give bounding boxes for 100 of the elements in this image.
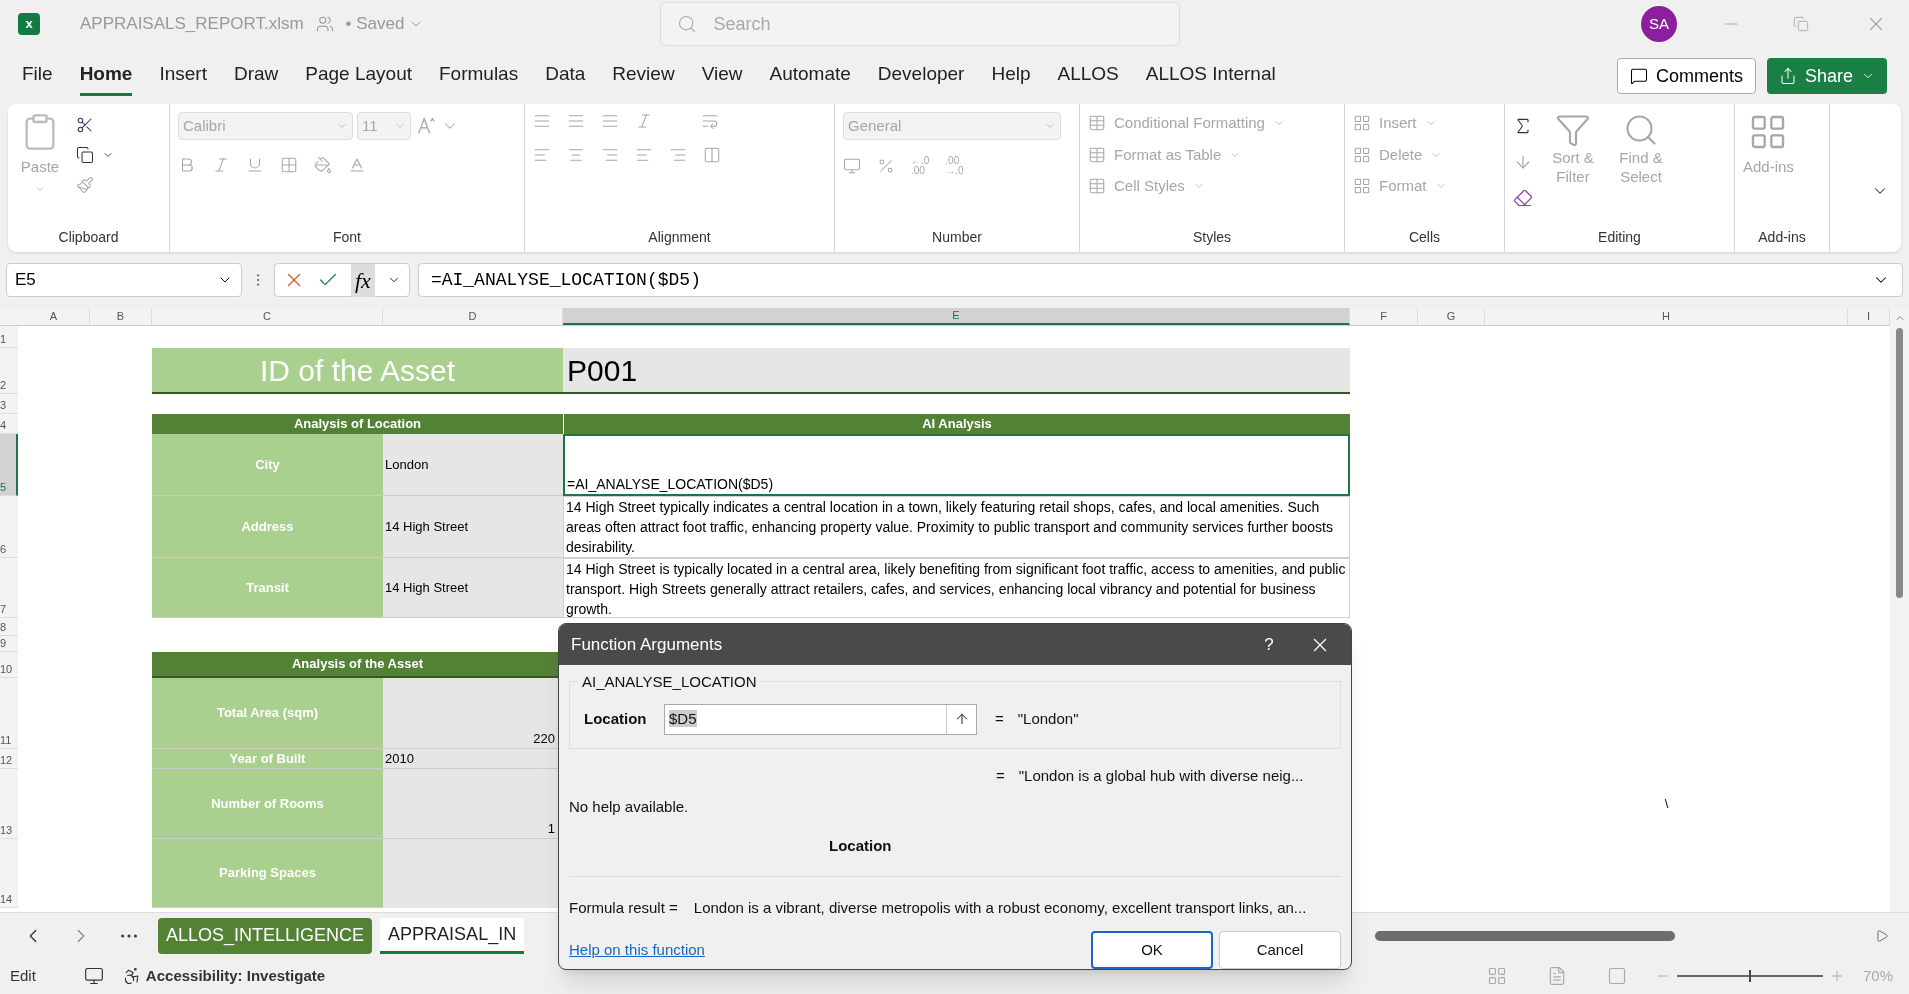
table-cell: 14 High Street typically indicates a central location in a town, likely featuring retail shops, cafes, and local amenities. Such areas often attract foot traffic, enhancing property value. Proximity to public transport and community services further boosts desirability. bbox=[563, 496, 1350, 558]
menu-tab[interactable]: View bbox=[701, 56, 743, 96]
table-icon[interactable] bbox=[1088, 145, 1106, 164]
menu-tab[interactable]: Page Layout bbox=[305, 56, 412, 96]
menu-tab[interactable]: ALLOS Internal bbox=[1145, 56, 1276, 96]
normal-view-icon[interactable] bbox=[1486, 966, 1507, 986]
row-header[interactable]: 5 bbox=[0, 434, 18, 496]
row-header[interactable]: 4 bbox=[0, 414, 18, 434]
borders-icon[interactable] bbox=[280, 156, 298, 174]
table-cell: 14 High Street is typically located in a central area, likely benefiting from significant foot traffic, access to amenities, and public transport. High Streets generally attract retailers, cafes, and services, enhancing local vibrancy and potential for business growth. bbox=[563, 558, 1350, 618]
scrollbar-thumb[interactable] bbox=[1896, 328, 1903, 598]
row-header[interactable]: 10 bbox=[0, 652, 18, 678]
merge-icon[interactable] bbox=[703, 146, 721, 164]
menu-tab[interactable]: Formulas bbox=[439, 56, 519, 96]
row-header[interactable]: 12 bbox=[0, 749, 18, 769]
cut-icon[interactable] bbox=[76, 116, 94, 134]
wrap-text-icon[interactable] bbox=[701, 112, 719, 130]
menu-tab[interactable]: Insert bbox=[159, 56, 207, 96]
dialog-button[interactable]: OK bbox=[1091, 931, 1213, 969]
grid-icon[interactable] bbox=[1353, 145, 1371, 164]
table-header: AI Analysis bbox=[563, 414, 1350, 434]
row-header[interactable]: 14 bbox=[0, 839, 18, 908]
result-preview: "London is a global hub with diverse neig... bbox=[1018, 766, 1304, 786]
row-header[interactable]: 6 bbox=[0, 496, 18, 558]
status-mode: Edit bbox=[10, 965, 36, 986]
row-header[interactable]: 1 bbox=[0, 326, 18, 348]
menu-tab[interactable]: Home bbox=[79, 56, 133, 96]
name-box[interactable]: E5 bbox=[6, 263, 242, 297]
table-icon[interactable] bbox=[1088, 114, 1106, 133]
table-cell: Number of Rooms bbox=[152, 769, 383, 839]
column-header[interactable]: C bbox=[152, 308, 383, 325]
font-color-icon[interactable] bbox=[348, 156, 366, 174]
formula-field[interactable]: =AI_ANALYSE_LOCATION($D5) bbox=[417, 263, 1903, 297]
increase-indent-icon[interactable] bbox=[669, 146, 687, 164]
zoom-thumb[interactable] bbox=[1748, 970, 1751, 982]
zoom-slider[interactable] bbox=[1676, 970, 1823, 982]
table-cell: Total Area (sqm) bbox=[152, 678, 383, 749]
avatar[interactable]: SA bbox=[1641, 6, 1677, 42]
row-header[interactable]: 3 bbox=[0, 394, 18, 414]
excel-logo: x bbox=[18, 13, 40, 35]
align-left-icon[interactable] bbox=[533, 146, 551, 164]
menu-tab[interactable]: Data bbox=[545, 56, 586, 96]
row-header[interactable]: 8 bbox=[0, 618, 18, 636]
menu-tab[interactable]: Automate bbox=[769, 56, 851, 96]
eraser-icon[interactable] bbox=[1513, 188, 1533, 208]
column-header[interactable]: H bbox=[1485, 308, 1848, 325]
grid-icon[interactable] bbox=[1353, 114, 1371, 133]
search-icon[interactable] bbox=[1623, 112, 1659, 148]
column-header[interactable]: E bbox=[563, 308, 1350, 325]
row-header[interactable]: 9 bbox=[0, 636, 18, 652]
italic-icon[interactable] bbox=[212, 156, 230, 174]
people-icon[interactable] bbox=[315, 15, 334, 33]
help-button[interactable]: ? bbox=[1249, 631, 1289, 658]
dialog-button[interactable]: Cancel bbox=[1219, 931, 1341, 969]
restore-icon[interactable] bbox=[1793, 16, 1809, 32]
fill-color-icon[interactable] bbox=[314, 156, 332, 174]
share-icon[interactable] bbox=[1778, 67, 1797, 85]
table-icon[interactable] bbox=[1088, 177, 1106, 196]
column-header[interactable]: G bbox=[1418, 308, 1485, 325]
ribbon-group-label: Add-ins bbox=[1758, 228, 1806, 247]
format-painter-icon[interactable] bbox=[76, 176, 94, 194]
row-header[interactable]: 11 bbox=[0, 678, 18, 749]
formula-result: London is a vibrant, diverse metropolis with a robust economy, excellent transport links, an... bbox=[693, 897, 1307, 918]
row-header[interactable]: 7 bbox=[0, 558, 18, 618]
menu-tab[interactable]: File bbox=[22, 56, 53, 96]
copy-icon[interactable] bbox=[76, 146, 94, 164]
align-center-icon[interactable] bbox=[567, 146, 585, 164]
search-icon[interactable] bbox=[677, 14, 698, 34]
insert-function-button[interactable]: fx bbox=[351, 263, 375, 297]
column-header[interactable]: B bbox=[90, 308, 152, 325]
accessibility-status[interactable]: Accessibility: Investigate bbox=[121, 964, 326, 988]
sheet-tab[interactable]: ALLOS_INTELLIGENCE bbox=[158, 917, 373, 954]
filter-icon[interactable] bbox=[1555, 112, 1591, 148]
top-align-icon[interactable] bbox=[533, 112, 551, 130]
percent-icon[interactable] bbox=[877, 157, 895, 175]
share-button[interactable]: Share bbox=[1766, 58, 1887, 94]
comments-button[interactable]: Comments bbox=[1616, 58, 1756, 94]
sheet-tab[interactable]: APPRAISAL_IN bbox=[380, 917, 525, 954]
horizontal-scrollbar[interactable] bbox=[1375, 930, 1675, 941]
bottom-align-icon[interactable] bbox=[601, 112, 619, 130]
row-header[interactable]: 13 bbox=[0, 769, 18, 839]
menu-tab[interactable]: Review bbox=[612, 56, 675, 96]
comment-icon[interactable] bbox=[1629, 67, 1648, 85]
help-link[interactable]: Help on this function bbox=[569, 938, 1085, 962]
menu-tab[interactable]: ALLOS bbox=[1057, 56, 1119, 96]
scroll-right-icon[interactable] bbox=[1875, 928, 1889, 943]
middle-align-icon[interactable] bbox=[567, 112, 585, 130]
row-header[interactable]: 2 bbox=[0, 348, 18, 394]
argument-field[interactable]: $D5 bbox=[664, 703, 977, 735]
grid-icon[interactable] bbox=[1353, 177, 1371, 196]
menu-tab[interactable]: Developer bbox=[877, 56, 965, 96]
align-right-icon[interactable] bbox=[601, 146, 619, 164]
table-header: Analysis of Location bbox=[152, 414, 563, 434]
menu-tab[interactable]: Help bbox=[991, 56, 1031, 96]
underline-icon[interactable] bbox=[246, 156, 264, 174]
menu-tab[interactable]: Draw bbox=[233, 56, 279, 96]
page-break-icon[interactable] bbox=[1606, 966, 1627, 986]
decrease-indent-icon[interactable] bbox=[635, 146, 653, 164]
column-header[interactable]: F bbox=[1350, 308, 1418, 325]
column-header[interactable]: A bbox=[18, 308, 90, 325]
